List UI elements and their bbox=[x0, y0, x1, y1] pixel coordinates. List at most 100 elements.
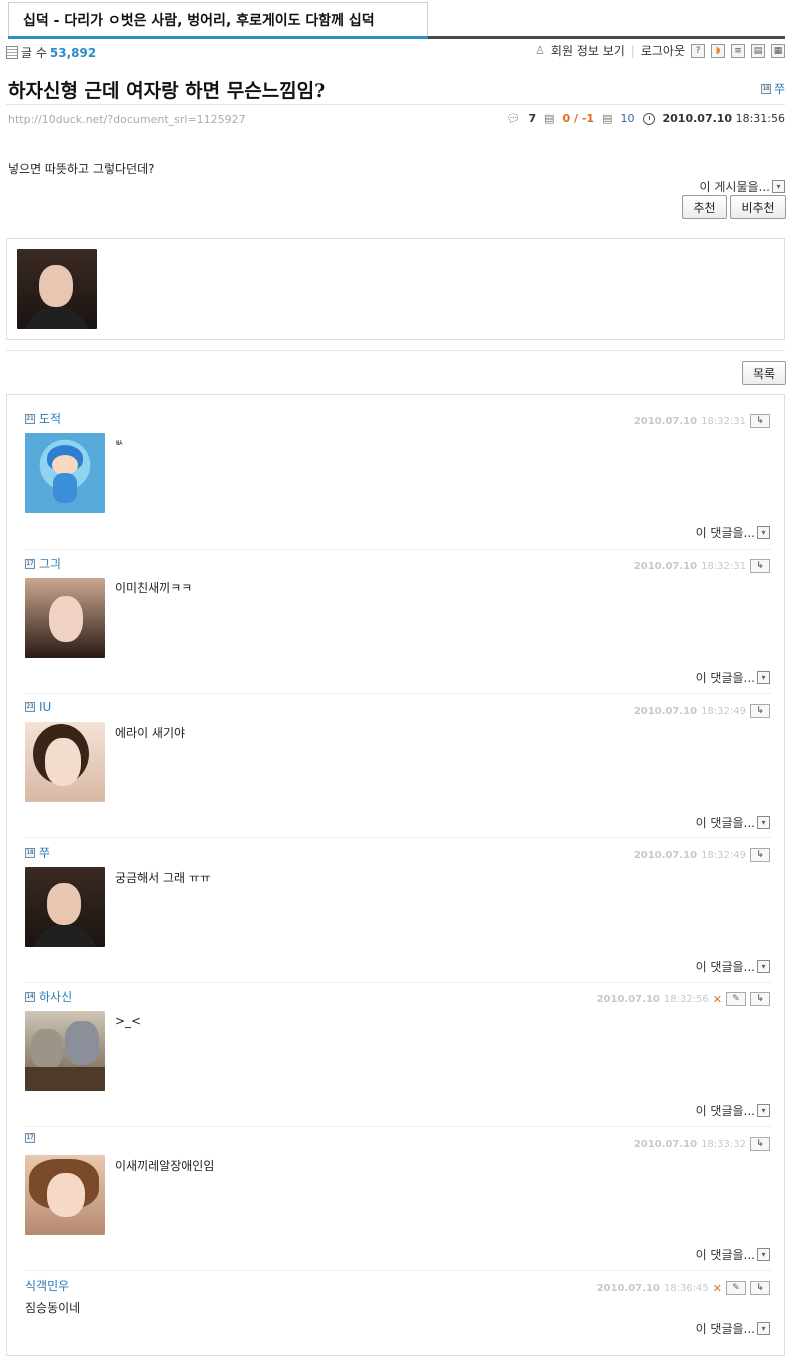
comment-item: 14 하사신 2010.07.10 18:32:56 ✕ ✎ ↳ >_< 이 댓… bbox=[25, 988, 770, 1124]
comment-date-value: 2010.07.10 bbox=[596, 1282, 660, 1294]
comment-actions-label: 이 댓글을... bbox=[695, 526, 755, 540]
comment-author-name: IU bbox=[39, 700, 52, 714]
comment-author[interactable]: 식객민우 bbox=[25, 1277, 69, 1294]
post-body: 넣으면 따뜻하고 그렇다던데? bbox=[8, 162, 155, 176]
post-count-value: 53,892 bbox=[49, 45, 97, 60]
comment-date: 2010.07.10 18:36:45 ✕ ✎ ↳ bbox=[597, 1281, 770, 1295]
gallery-view-icon[interactable]: ▦ bbox=[771, 43, 785, 58]
comment-text: >_< bbox=[115, 1014, 142, 1028]
rss-icon[interactable]: ◗ bbox=[711, 43, 725, 58]
comment-time: 18:33:32 bbox=[701, 1138, 746, 1150]
comment-time: 18:32:31 bbox=[701, 415, 746, 427]
post-url[interactable]: http://10duck.net/?document_srl=1125927 bbox=[8, 113, 246, 126]
divider bbox=[24, 1126, 772, 1127]
reply-icon[interactable]: ↳ bbox=[750, 559, 770, 573]
comment-avatar bbox=[25, 1155, 105, 1235]
comment-actions-label: 이 댓글을... bbox=[695, 671, 755, 685]
reply-icon[interactable]: ↳ bbox=[750, 1137, 770, 1151]
comment-date: 2010.07.10 18:32:49 ↳ bbox=[634, 848, 770, 862]
comment-actions-menu[interactable]: 이 댓글을... ▾ bbox=[696, 669, 770, 686]
divider bbox=[24, 837, 772, 838]
comment-author[interactable]: 23 IU bbox=[25, 700, 51, 714]
reply-icon[interactable]: ↳ bbox=[750, 992, 770, 1006]
comment-time: 18:32:49 bbox=[701, 849, 746, 861]
comment-date-value: 2010.07.10 bbox=[633, 705, 698, 717]
comment-avatar bbox=[25, 433, 105, 513]
comment-text: 짐승동이네 bbox=[25, 1301, 81, 1315]
not-recommend-button[interactable]: 비추천 bbox=[730, 195, 786, 219]
edit-icon[interactable]: ✎ bbox=[726, 992, 746, 1006]
post-date: 2010.07.10 bbox=[662, 112, 733, 125]
level-icon: 17 bbox=[25, 1133, 35, 1143]
comment-actions-label: 이 댓글을... bbox=[695, 1248, 755, 1262]
post-author-name: 쭈 bbox=[773, 82, 785, 96]
post-author[interactable]: 18 쭈 bbox=[760, 80, 785, 97]
logout-link[interactable]: 로그아웃 bbox=[641, 42, 685, 59]
comment-author[interactable]: 14 하사신 bbox=[25, 988, 72, 1005]
board-title[interactable]: 십덕 - 다리가 ㅇ벗은 사람, 벙어리, 후로게이도 다함께 십덕 bbox=[8, 2, 428, 38]
delete-icon[interactable]: ✕ bbox=[713, 993, 722, 1006]
level-icon: 18 bbox=[760, 83, 771, 94]
comment-actions-menu[interactable]: 이 댓글을... ▾ bbox=[696, 524, 770, 541]
post-count: 글 수 53,892 bbox=[6, 44, 96, 61]
reply-icon[interactable]: ↳ bbox=[750, 704, 770, 718]
clock-icon bbox=[642, 112, 655, 125]
divider bbox=[24, 549, 772, 550]
author-avatar bbox=[17, 249, 97, 329]
menu-icon: ▾ bbox=[757, 1322, 770, 1335]
comment-author[interactable]: 17 bbox=[25, 1133, 39, 1143]
comment-date: 2010.07.10 18:33:32 ↳ bbox=[634, 1137, 770, 1151]
post-actions-menu[interactable]: 이 게시물을... ▾ bbox=[700, 178, 785, 195]
header-underline-active bbox=[8, 36, 428, 39]
menu-icon: ▾ bbox=[757, 960, 770, 973]
comment-author-name: 하사신 bbox=[39, 990, 73, 1004]
edit-icon[interactable]: ✎ bbox=[726, 1281, 746, 1295]
divider bbox=[24, 693, 772, 694]
comment-avatar bbox=[25, 867, 105, 947]
comment-author[interactable]: 18 쭈 bbox=[25, 844, 50, 861]
delete-icon[interactable]: ✕ bbox=[713, 1282, 722, 1295]
reply-icon[interactable]: ↳ bbox=[750, 414, 770, 428]
comment-author-name: 쭈 bbox=[39, 846, 51, 860]
menu-icon: ▾ bbox=[757, 526, 770, 539]
comment-avatar bbox=[25, 1011, 105, 1091]
comment-count: 7 bbox=[528, 112, 537, 125]
comment-actions-label: 이 댓글을... bbox=[695, 816, 755, 830]
menu-icon: ▾ bbox=[772, 180, 785, 193]
list-view-icon[interactable]: ≡ bbox=[731, 43, 745, 58]
comment-author[interactable]: 21 도적 bbox=[25, 410, 61, 427]
post-actions-label: 이 게시물을... bbox=[699, 180, 770, 194]
comment-actions-menu[interactable]: 이 댓글을... ▾ bbox=[696, 958, 770, 975]
divider bbox=[24, 982, 772, 983]
member-info-link[interactable]: 회원 정보 보기 bbox=[551, 42, 625, 59]
comment-date-value: 2010.07.10 bbox=[596, 993, 660, 1005]
comment-item: 23 IU 2010.07.10 18:32:49 ↳ 에라이 새기야 이 댓글… bbox=[25, 700, 770, 836]
recommend-button[interactable]: 추천 bbox=[682, 195, 727, 219]
webzine-view-icon[interactable]: ▤ bbox=[751, 43, 765, 58]
comment-actions-label: 이 댓글을... bbox=[695, 1104, 755, 1118]
comment-text: ㅄ bbox=[115, 439, 124, 449]
comment-date: 2010.07.10 18:32:31 ↳ bbox=[634, 559, 770, 573]
comment-actions-menu[interactable]: 이 댓글을... ▾ bbox=[696, 1320, 770, 1337]
comment-date-value: 2010.07.10 bbox=[633, 560, 698, 572]
post-title: 하자신형 근데 여자랑 하면 무슨느낌임? bbox=[8, 80, 326, 102]
comment-item: 식객민우 2010.07.10 18:36:45 ✕ ✎ ↳ 짐승동이네 이 댓… bbox=[25, 1277, 770, 1341]
comment-actions-menu[interactable]: 이 댓글을... ▾ bbox=[696, 814, 770, 831]
comment-actions-label: 이 댓글을... bbox=[695, 960, 755, 974]
reply-icon[interactable]: ↳ bbox=[750, 1281, 770, 1295]
list-button[interactable]: 목록 bbox=[742, 361, 786, 385]
comment-actions-menu[interactable]: 이 댓글을... ▾ bbox=[696, 1102, 770, 1119]
vote-count: 0 / -1 bbox=[562, 112, 595, 125]
view-count: 10 bbox=[620, 112, 635, 125]
comment-actions-label: 이 댓글을... bbox=[695, 1322, 755, 1336]
comment-item: 17 그긔 2010.07.10 18:32:31 ↳ 이미친새끼ㅋㅋ 이 댓글… bbox=[25, 555, 770, 691]
comment-item: 18 쭈 2010.07.10 18:32:49 ↳ 궁금해서 그래 ㅠㅠ 이 … bbox=[25, 844, 770, 980]
comment-date-value: 2010.07.10 bbox=[633, 415, 698, 427]
post-time: 18:31:56 bbox=[735, 112, 785, 125]
comment-actions-menu[interactable]: 이 댓글을... ▾ bbox=[696, 1246, 770, 1263]
help-icon[interactable]: ? bbox=[691, 43, 705, 58]
comment-date: 2010.07.10 18:32:56 ✕ ✎ ↳ bbox=[597, 992, 770, 1006]
comment-author[interactable]: 17 그긔 bbox=[25, 555, 61, 572]
divider bbox=[6, 104, 785, 105]
reply-icon[interactable]: ↳ bbox=[750, 848, 770, 862]
